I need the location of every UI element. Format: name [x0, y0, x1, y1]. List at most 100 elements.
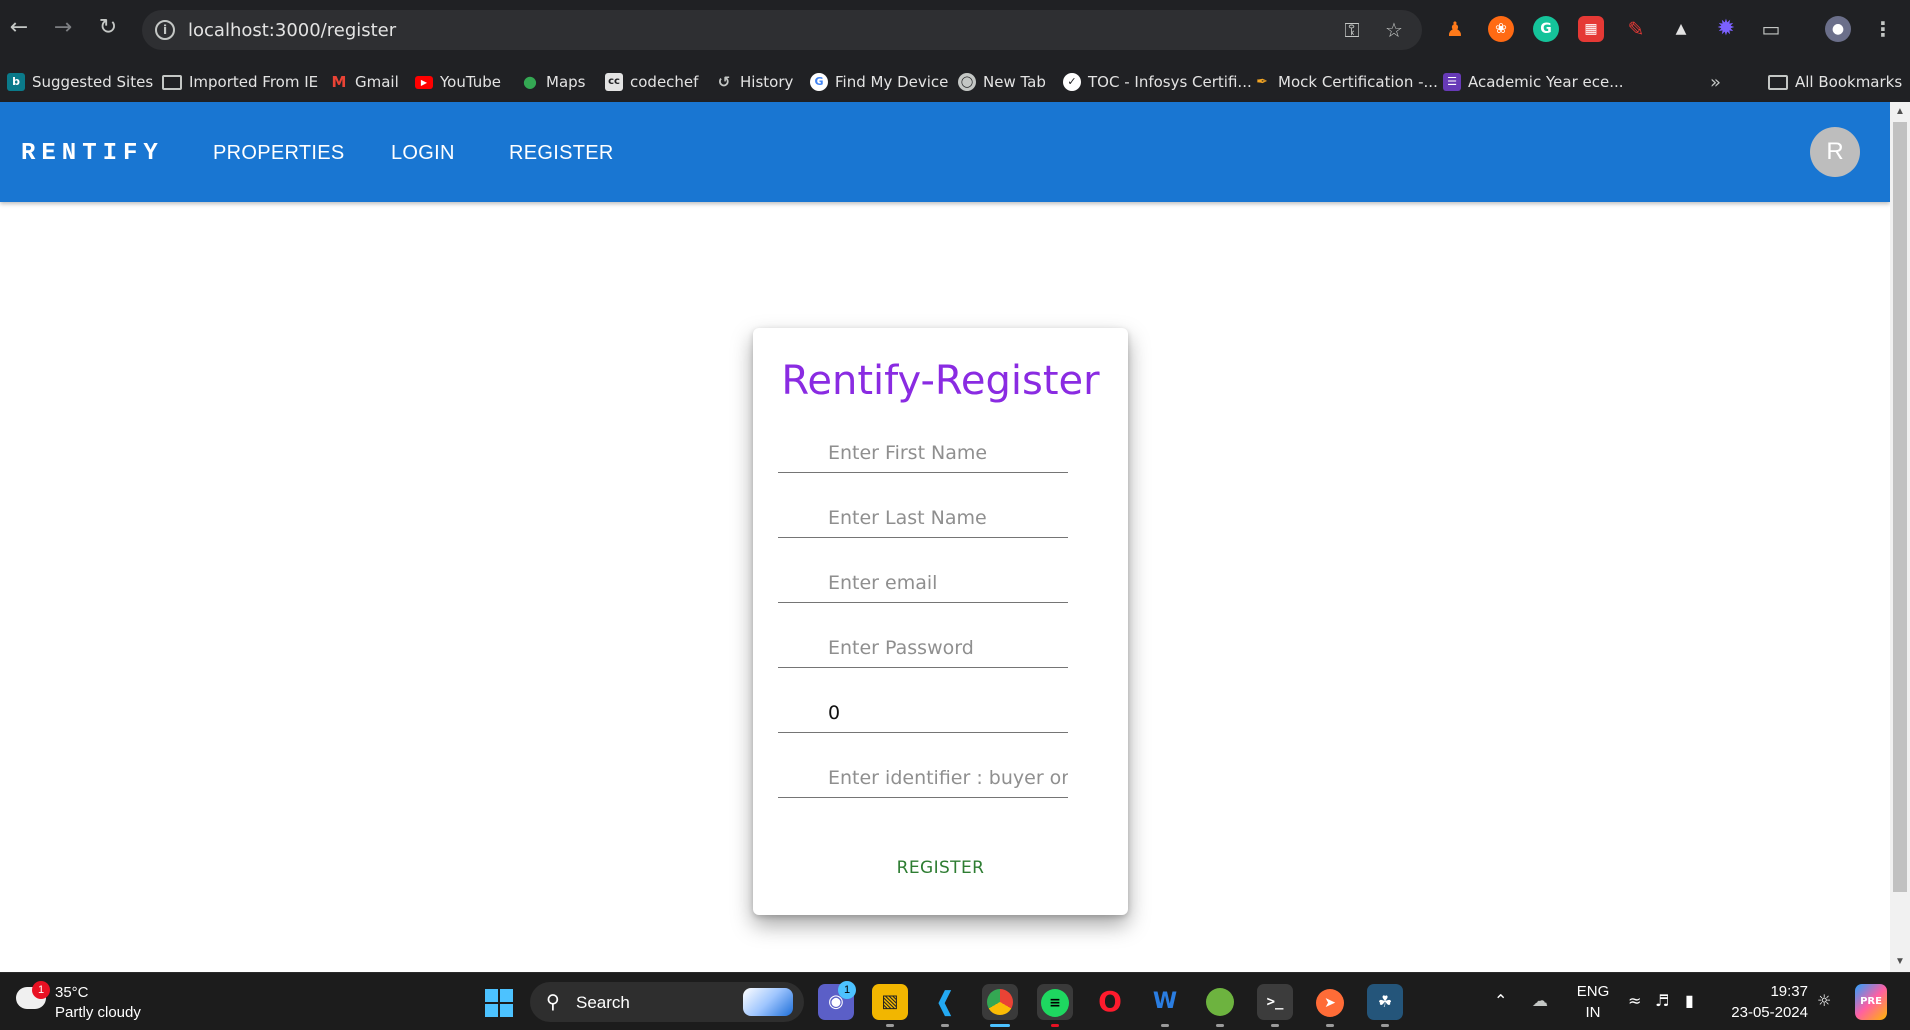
first-name-field [778, 423, 1068, 473]
bookmark-label: codechef [630, 73, 699, 91]
extension-chess-icon[interactable]: ♟ [1442, 16, 1468, 42]
reload-icon[interactable]: ↻ [94, 14, 122, 42]
bookmark-star-icon[interactable]: ☆ [1380, 16, 1408, 44]
extension-purple-icon[interactable]: ✹ [1713, 16, 1739, 42]
extension-pen-icon[interactable]: ✎ [1623, 16, 1649, 42]
file-explorer-icon[interactable]: ▧ [872, 984, 908, 1020]
first-name-input[interactable] [778, 438, 1068, 468]
number-field [778, 683, 1068, 733]
tray-overflow-chevron-icon[interactable]: ⌃ [1494, 991, 1507, 1010]
brand-logo[interactable]: RENTIFY [21, 140, 164, 167]
nav-properties[interactable]: PROPERTIES [213, 142, 345, 165]
scroll-down-arrow-icon[interactable]: ▼ [1890, 952, 1910, 972]
url-text[interactable]: localhost:3000/register [188, 20, 396, 41]
language-code[interactable]: ENG [1575, 983, 1611, 1000]
nav-login[interactable]: LOGIN [391, 142, 455, 165]
site-info-icon[interactable]: i [155, 20, 175, 40]
extensions-puzzle-icon[interactable]: ▭ [1758, 16, 1784, 42]
extension-dark-icon[interactable]: ▲ [1668, 16, 1694, 42]
bookmark-codechef[interactable]: cc codechef [605, 71, 698, 93]
terminal-icon[interactable]: >_ [1257, 984, 1293, 1020]
bookmark-label: New Tab [983, 73, 1046, 91]
vscode-icon[interactable]: ❰ [927, 984, 963, 1020]
postman-icon[interactable]: ➤ [1312, 984, 1348, 1020]
spotify-icon[interactable]: ≡ [1037, 984, 1073, 1020]
bookmark-suggested-sites[interactable]: b Suggested Sites [7, 71, 153, 93]
globe-icon: ◯ [958, 73, 976, 91]
weather-description[interactable]: Partly cloudy [55, 1004, 141, 1021]
clock-time[interactable]: 19:37 [1720, 983, 1820, 1000]
back-arrow-icon[interactable]: ← [5, 14, 33, 42]
windows-start-icon[interactable] [485, 989, 513, 1017]
identifier-input[interactable] [778, 763, 1068, 793]
user-avatar[interactable]: R [1810, 127, 1860, 177]
bookmark-mock-certification[interactable]: ✒ Mock Certification -... [1253, 71, 1438, 93]
weather-temperature[interactable]: 35°C [55, 984, 89, 1001]
spring-tools-icon[interactable] [1202, 984, 1238, 1020]
nav-register[interactable]: REGISTER [509, 142, 614, 165]
maps-icon: ● [523, 72, 537, 91]
battery-icon[interactable]: ▮ [1685, 991, 1694, 1010]
start-tile [500, 989, 513, 1002]
bookmark-find-my-device[interactable]: G Find My Device [810, 71, 948, 93]
volume-icon[interactable]: ♬ [1655, 991, 1669, 1010]
webex-icon[interactable]: W [1147, 984, 1183, 1020]
chrome-menu-icon[interactable]: ⋮ [1870, 16, 1896, 42]
active-indicator [990, 1024, 1010, 1027]
running-indicator [941, 1024, 949, 1027]
email-field [778, 553, 1068, 603]
address-bar[interactable]: i localhost:3000/register ⚿ ☆ [142, 10, 1422, 50]
extension-red-icon[interactable]: ▦ [1578, 16, 1604, 42]
register-card: Rentify-Register REGISTER [753, 328, 1128, 915]
chat-badge: 1 [838, 981, 856, 999]
bookmark-label: Suggested Sites [32, 73, 154, 91]
gmail-icon: M [331, 73, 347, 91]
bing-icon: b [7, 73, 25, 91]
clock-date[interactable]: 23-05-2024 [1720, 1004, 1820, 1021]
scrollbar-thumb[interactable] [1893, 122, 1907, 892]
password-field [778, 618, 1068, 668]
register-submit-button[interactable]: REGISTER [878, 848, 1003, 888]
bookmark-label: Academic Year ece... [1468, 73, 1624, 91]
bookmark-new-tab[interactable]: ◯ New Tab [958, 71, 1046, 93]
last-name-input[interactable] [778, 503, 1068, 533]
bookmark-history[interactable]: ↺ History [715, 71, 794, 93]
bookmark-label: YouTube [440, 73, 501, 91]
bookmarks-overflow-chevron-icon[interactable]: » [1710, 71, 1721, 93]
bookmark-maps[interactable]: ● Maps [521, 71, 585, 93]
mysql-workbench-icon[interactable]: ☘ [1367, 984, 1403, 1020]
infosys-icon: ✓ [1063, 73, 1081, 91]
notification-icon[interactable]: ☼ [1817, 991, 1831, 1010]
running-indicator [1216, 1024, 1224, 1027]
forms-icon: ☰ [1443, 73, 1461, 91]
bookmark-gmail[interactable]: M Gmail [330, 71, 399, 93]
bookmark-label: Imported From IE [189, 73, 319, 91]
youtube-icon: ▶ [415, 75, 433, 89]
language-region[interactable]: IN [1575, 1004, 1611, 1021]
taskbar-search[interactable]: ⚲ Search [530, 982, 804, 1022]
bookmark-label: Gmail [355, 73, 399, 91]
bookmark-label: All Bookmarks [1795, 73, 1903, 91]
profile-icon[interactable]: ● [1825, 16, 1851, 42]
bookmark-toc-infosys[interactable]: ✓ TOC - Infosys Certifi... [1063, 71, 1252, 93]
password-key-icon[interactable]: ⚿ [1338, 16, 1366, 44]
number-input[interactable] [778, 698, 1068, 728]
extension-orange-icon[interactable]: ❀ [1488, 16, 1514, 42]
running-indicator [1326, 1024, 1334, 1027]
bookmark-academic-year[interactable]: ☰ Academic Year ece... [1443, 71, 1624, 93]
opera-icon[interactable]: O [1092, 984, 1128, 1020]
onedrive-error-icon[interactable]: ☁ [1532, 991, 1548, 1010]
search-highlight-image [743, 988, 793, 1016]
extension-grammarly-icon[interactable]: G [1533, 16, 1559, 42]
bookmark-all-bookmarks[interactable]: All Bookmarks [1768, 71, 1902, 93]
copilot-icon[interactable]: PRE [1855, 984, 1887, 1020]
password-input[interactable] [778, 633, 1068, 663]
bookmark-imported-from-ie[interactable]: Imported From IE [162, 71, 318, 93]
weather-badge: 1 [32, 981, 50, 999]
wifi-icon[interactable]: ≈ [1628, 991, 1641, 1010]
scroll-up-arrow-icon[interactable]: ▲ [1890, 102, 1910, 122]
bookmark-youtube[interactable]: ▶ YouTube [415, 71, 501, 93]
chrome-icon[interactable] [982, 984, 1018, 1020]
forward-arrow-icon[interactable]: → [49, 14, 77, 42]
email-input[interactable] [778, 568, 1068, 598]
